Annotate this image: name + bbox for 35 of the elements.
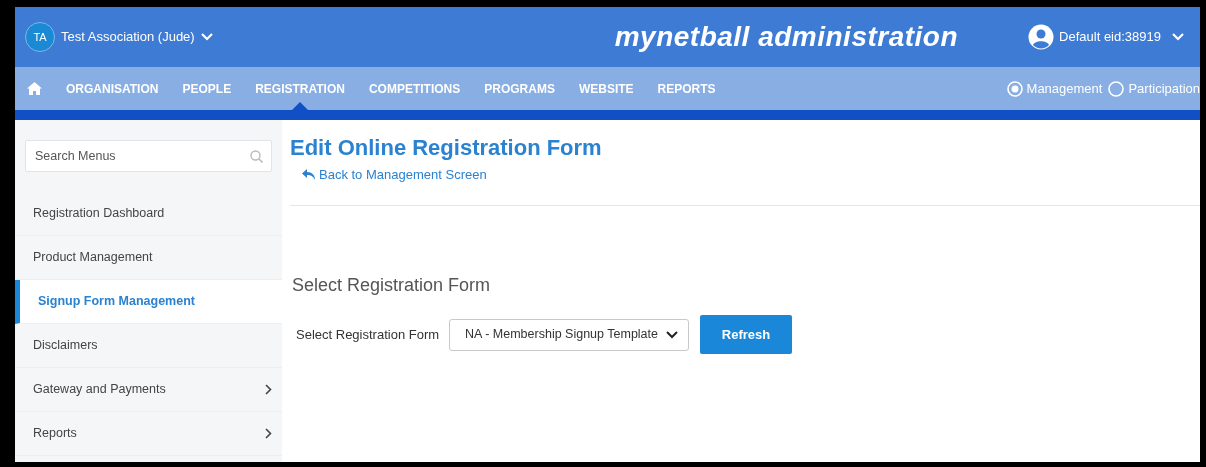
user-name: Default eid:38919 bbox=[1059, 28, 1161, 47]
chevron-down-icon bbox=[1172, 33, 1184, 41]
reply-arrow-icon bbox=[302, 169, 315, 181]
search-icon bbox=[250, 150, 263, 163]
search-field[interactable]: Search Menus bbox=[25, 140, 272, 172]
org-switcher[interactable]: TA Test Association (Jude) bbox=[25, 22, 213, 52]
nav-tab[interactable]: REPORTS bbox=[645, 67, 728, 110]
org-name: Test Association (Jude) bbox=[61, 28, 195, 47]
back-link[interactable]: Back to Management Screen bbox=[302, 165, 487, 185]
mode-radio[interactable]: Participation bbox=[1108, 78, 1200, 99]
page-title: Edit Online Registration Form bbox=[290, 134, 603, 162]
form-select[interactable]: NA - Membership Signup Template bbox=[449, 318, 689, 351]
chevron-right-icon bbox=[265, 428, 272, 439]
refresh-button[interactable]: Refresh bbox=[700, 315, 792, 354]
sidebar-item[interactable]: Signup Form Management bbox=[15, 280, 282, 324]
nav-tab[interactable]: ORGANISATION bbox=[54, 67, 171, 110]
field-label: Select Registration Form bbox=[296, 325, 440, 344]
user-menu[interactable]: Default eid:38919 bbox=[1028, 24, 1184, 50]
sidebar-item[interactable]: Gateway and Payments bbox=[15, 368, 282, 412]
sidebar-item[interactable]: Registration Dashboard bbox=[15, 192, 282, 236]
chevron-right-icon bbox=[265, 384, 272, 395]
nav-tab[interactable]: PEOPLE bbox=[170, 67, 244, 110]
nav-tab[interactable]: COMPETITIONS bbox=[356, 67, 473, 110]
home-icon[interactable] bbox=[27, 82, 42, 95]
app-title: mynetball administration bbox=[614, 20, 959, 54]
sidebar-item[interactable]: Reports bbox=[15, 412, 282, 456]
mode-radio[interactable]: Management bbox=[1006, 78, 1103, 99]
nav-tab[interactable]: WEBSITE bbox=[566, 67, 646, 110]
user-icon bbox=[1028, 24, 1055, 50]
sidebar-item[interactable]: Disclaimers bbox=[15, 324, 282, 368]
chevron-down-icon bbox=[200, 33, 213, 41]
nav-tab[interactable]: PROGRAMS bbox=[472, 67, 567, 110]
chevron-down-icon bbox=[666, 330, 678, 339]
section-title: Select Registration Form bbox=[292, 274, 492, 297]
org-avatar: TA bbox=[25, 22, 55, 52]
